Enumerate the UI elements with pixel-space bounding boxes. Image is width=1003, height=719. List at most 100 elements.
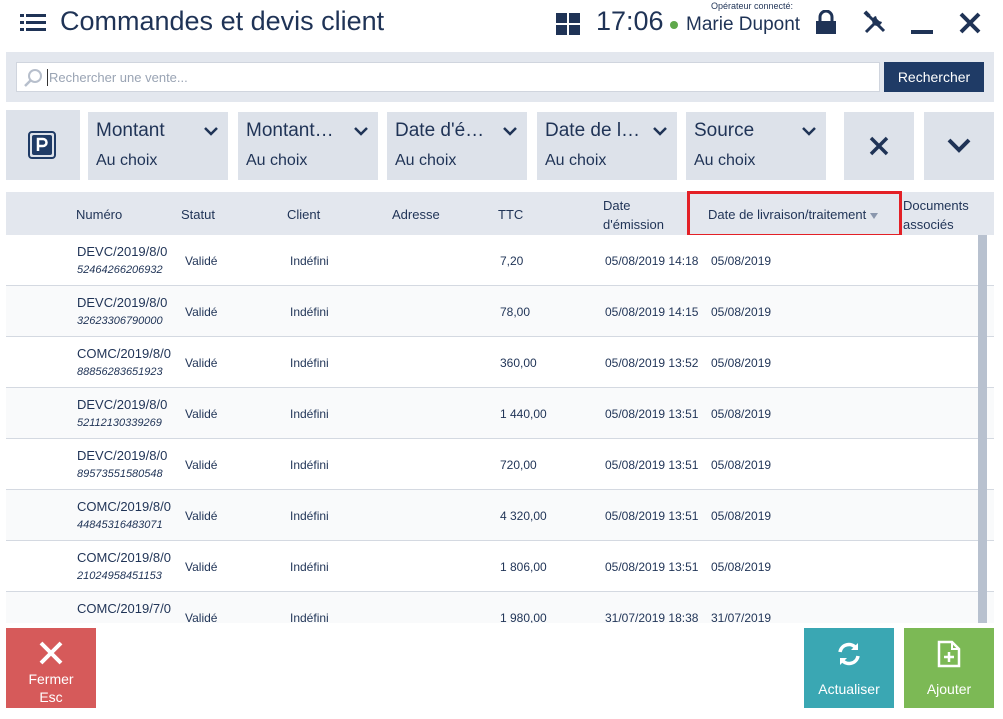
table-scrollbar[interactable] [978,235,987,623]
column-header-line: Documents [903,198,969,213]
search-button[interactable]: Rechercher [884,62,984,92]
filter-date-emission[interactable]: Date d'é… Au choix [387,112,527,180]
cell-code: 44845316483071 [77,519,163,531]
tools-icon[interactable] [862,10,888,36]
column-header-documents[interactable]: Documents associés [903,196,969,234]
cell-statut: Validé [185,560,218,574]
cell-code: 89573551580548 [77,468,163,480]
parked-sales-button[interactable] [6,110,80,180]
online-status-dot [670,21,678,29]
cell-statut: Validé [185,611,218,623]
cell-client: Indéfini [290,560,329,574]
cell-ttc: 1 980,00 [500,611,547,623]
cell-date-livraison: 05/08/2019 [711,407,772,421]
search-field[interactable] [16,62,880,92]
cell-date-livraison: 31/07/2019 [711,611,772,623]
cell-ttc: 4 320,00 [500,509,547,523]
refresh-button-label: Actualiser [818,681,880,697]
filter-title: Date de l… [545,120,641,141]
column-header-client[interactable]: Client [287,207,320,222]
filter-spacer [6,102,994,110]
cell-statut: Validé [185,509,218,523]
cell-client: Indéfini [290,305,329,319]
column-header-ttc[interactable]: TTC [498,207,523,222]
app-header: Commandes et devis client 17:06 Opérateu… [0,0,1003,52]
expand-filters-button[interactable] [924,112,994,180]
cell-date-livraison: 05/08/2019 [711,254,772,268]
cell-date-emission: 31/07/2019 18:38 [605,611,698,623]
cell-numero: DEVC/2019/8/0 [77,448,168,463]
cell-client: Indéfini [290,611,329,623]
table-row[interactable]: DEVC/2019/8/0 52112130339269 Validé Indé… [6,388,994,439]
minimize-icon[interactable] [911,10,933,36]
table-row[interactable]: DEVC/2019/8/0 89573551580548 Validé Indé… [6,439,994,490]
lock-icon[interactable] [815,10,837,36]
table-row[interactable]: COMC/2019/8/0 88856283651923 Validé Indé… [6,337,994,388]
cell-date-livraison: 05/08/2019 [711,560,772,574]
cell-numero: COMC/2019/7/0 [77,601,171,616]
cell-numero: DEVC/2019/8/0 [77,397,168,412]
add-button[interactable]: Ajouter [904,628,994,708]
table-row[interactable]: DEVC/2019/8/0 52464266206932 Validé Indé… [6,235,994,286]
column-header-numero[interactable]: Numéro [76,207,122,222]
close-app-icon[interactable] [958,10,982,36]
search-input[interactable] [49,63,869,91]
chevron-down-icon [653,127,667,136]
table-row[interactable]: COMC/2019/8/0 44845316483071 Validé Indé… [6,490,994,541]
cell-date-emission: 05/08/2019 13:51 [605,407,698,421]
table-row[interactable]: DEVC/2019/8/0 32623306790000 Validé Indé… [6,286,994,337]
cell-ttc: 7,20 [500,254,524,268]
cell-statut: Validé [185,305,218,319]
cell-numero: COMC/2019/8/0 [77,499,171,514]
orders-table: DEVC/2019/8/0 52464266206932 Validé Indé… [6,235,994,623]
clock: 17:06 [596,6,664,36]
cell-ttc: 720,00 [500,458,537,472]
cell-client: Indéfini [290,254,329,268]
filter-value: Au choix [395,152,457,169]
cell-date-livraison: 05/08/2019 [711,356,772,370]
column-header-date-emission[interactable]: Date d'émission [603,196,664,234]
cell-ttc: 1 806,00 [500,560,547,574]
refresh-button[interactable]: Actualiser [804,628,894,708]
cell-date-emission: 05/08/2019 13:51 [605,458,698,472]
cell-ttc: 360,00 [500,356,537,370]
cell-statut: Validé [185,407,218,421]
filter-value: Au choix [246,152,308,169]
filter-montant[interactable]: Montant Au choix [88,112,228,180]
column-header-statut[interactable]: Statut [181,207,215,222]
close-icon [869,136,889,156]
cell-numero: COMC/2019/8/0 [77,550,171,565]
filter-source[interactable]: Source Au choix [686,112,826,180]
table-row[interactable]: COMC/2019/8/0 21024958451153 Validé Indé… [6,541,994,592]
operator-label: Opérateur connecté: [711,1,794,11]
scrollbar-thumb[interactable] [978,235,987,623]
filter-title: Source [694,120,755,141]
clear-filters-button[interactable] [844,112,914,180]
filter-title: Montant [96,120,165,141]
menu-icon[interactable] [20,13,46,33]
filter-value: Au choix [96,152,158,169]
cell-ttc: 1 440,00 [500,407,547,421]
cell-statut: Validé [185,254,218,268]
close-button-shortcut: Esc [39,689,63,705]
filter-montant-2[interactable]: Montant… Au choix [238,112,378,180]
tiles-icon[interactable] [556,13,580,35]
filter-title: Montant… [246,120,334,141]
text-caret [47,69,48,86]
search-icon [24,69,42,87]
chevron-down-icon [802,127,816,136]
filter-date-livraison[interactable]: Date de l… Au choix [537,112,677,180]
cell-date-emission: 05/08/2019 13:52 [605,356,698,370]
page-title: Commandes et devis client [60,6,385,36]
cell-code: 88856283651923 [77,366,163,378]
table-row[interactable]: COMC/2019/7/0 Validé Indéfini 1 980,00 3… [6,592,994,623]
column-header-adresse[interactable]: Adresse [392,207,440,222]
chevron-down-icon [204,127,218,136]
filter-value: Au choix [545,152,607,169]
column-header-line: Date [603,198,631,213]
operator-name: Marie Dupont [686,14,801,35]
add-button-label: Ajouter [926,681,972,697]
close-button[interactable]: Fermer Esc [6,628,96,708]
cell-ttc: 78,00 [500,305,531,319]
refresh-icon [838,642,860,666]
